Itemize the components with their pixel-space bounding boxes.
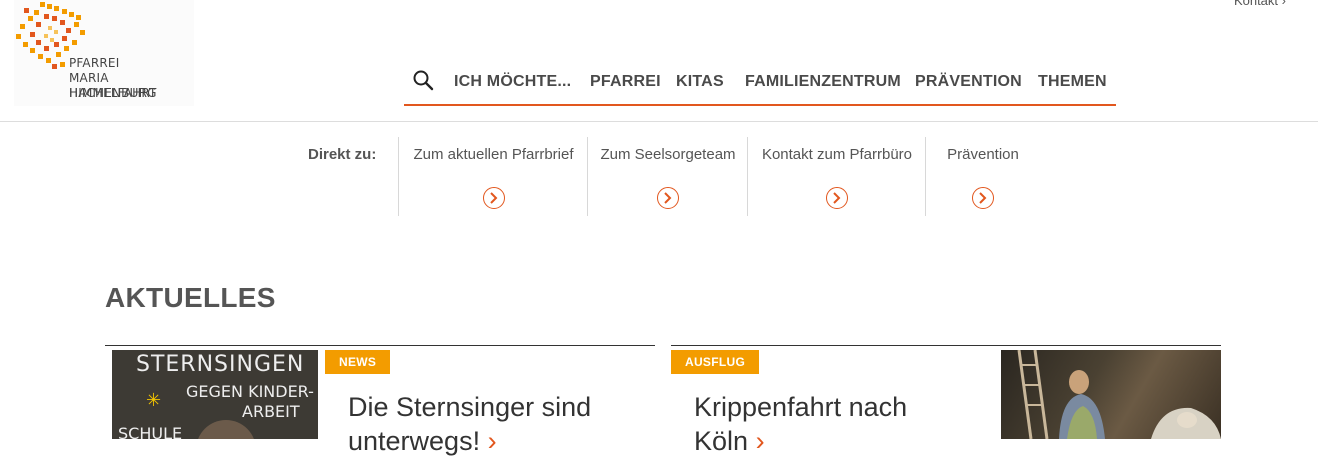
poster-text-2: GEGEN KINDER- (186, 382, 314, 401)
nativity-scene-image[interactable] (1001, 350, 1221, 439)
nav-item-familienzentrum[interactable]: FAMILIENZENTRUM (745, 73, 901, 91)
quicklink-praevention[interactable]: Prävention (925, 137, 1040, 216)
card-divider (105, 345, 655, 346)
nav-item-praevention[interactable]: PRÄVENTION (915, 73, 1022, 91)
chevron-right-icon: › (755, 426, 765, 456)
quicklink-pfarrbrief[interactable]: Zum aktuellen Pfarrbrief (398, 137, 588, 216)
chevron-right-circle-icon (482, 187, 505, 209)
contact-label: Kontakt (1233, 0, 1279, 8)
nav-item-themen[interactable]: THEMEN (1038, 73, 1107, 91)
card-title[interactable]: Die Sternsinger sind unterwegs! › (348, 390, 591, 458)
child-figure (196, 420, 256, 439)
nav-item-ich-moechte[interactable]: ICH MÖCHTE... (454, 73, 571, 91)
search-icon[interactable] (412, 69, 434, 91)
quicklink-label: Prävention (947, 146, 1019, 163)
card-title-line-2: unterwegs! › (348, 426, 497, 456)
chevron-right-icon: › (487, 426, 497, 456)
card-title[interactable]: Krippenfahrt nach Köln › (694, 390, 907, 458)
card-title-line-1: Die Sternsinger sind (348, 392, 592, 422)
card-title-line-1: Krippenfahrt nach (694, 392, 908, 422)
quicklink-label: Kontakt zum Pfarrbüro (761, 146, 913, 163)
logo-line-3: HACHENBURG (69, 86, 157, 100)
logo-line-1: PFARREI (69, 56, 120, 70)
nav-item-pfarrei[interactable]: PFARREI (590, 73, 661, 91)
category-badge[interactable]: NEWS (325, 350, 391, 374)
direkt-zu-label: Direkt zu: (308, 146, 377, 163)
nativity-illustration (1017, 350, 1221, 439)
chevron-right-icon: › (1281, 0, 1286, 8)
quicklink-label: Zum Seelsorgeteam (600, 146, 736, 163)
chevron-right-circle-icon (826, 187, 848, 209)
star-icon: ✳ (146, 390, 162, 410)
main-navigation: ICH MÖCHTE... PFARREI KITAS FAMILIENZENT… (404, 60, 1116, 106)
card-title-line-2: Köln › (694, 426, 765, 456)
card-divider (671, 345, 1221, 346)
poster-text-3: ARBEIT (242, 402, 300, 421)
nav-item-kitas[interactable]: KITAS (676, 73, 724, 91)
parish-logo[interactable]: PFARREI MARIA HIMMELFAHRT HACHENBURG (14, 0, 194, 106)
poster-text-4: SCHULE (118, 424, 183, 439)
quicklink-label: Zum aktuellen Pfarrbrief (413, 146, 574, 163)
header-divider (0, 121, 1318, 122)
quicklink-pfarrbuero[interactable]: Kontakt zum Pfarrbüro (747, 137, 926, 216)
category-badge[interactable]: AUSFLUG (671, 350, 760, 374)
chevron-right-circle-icon (657, 187, 679, 209)
section-heading-aktuelles: AKTUELLES (105, 282, 276, 313)
poster-text-1: STERNSINGEN (136, 352, 305, 377)
contact-link[interactable]: Kontakt › (1234, 0, 1286, 8)
chevron-right-circle-icon (972, 187, 994, 209)
sternsingen-poster-image[interactable]: STERNSINGEN GEGEN KINDER- ARBEIT SCHULE … (112, 350, 318, 439)
quicklink-seelsorgeteam[interactable]: Zum Seelsorgeteam (587, 137, 748, 216)
